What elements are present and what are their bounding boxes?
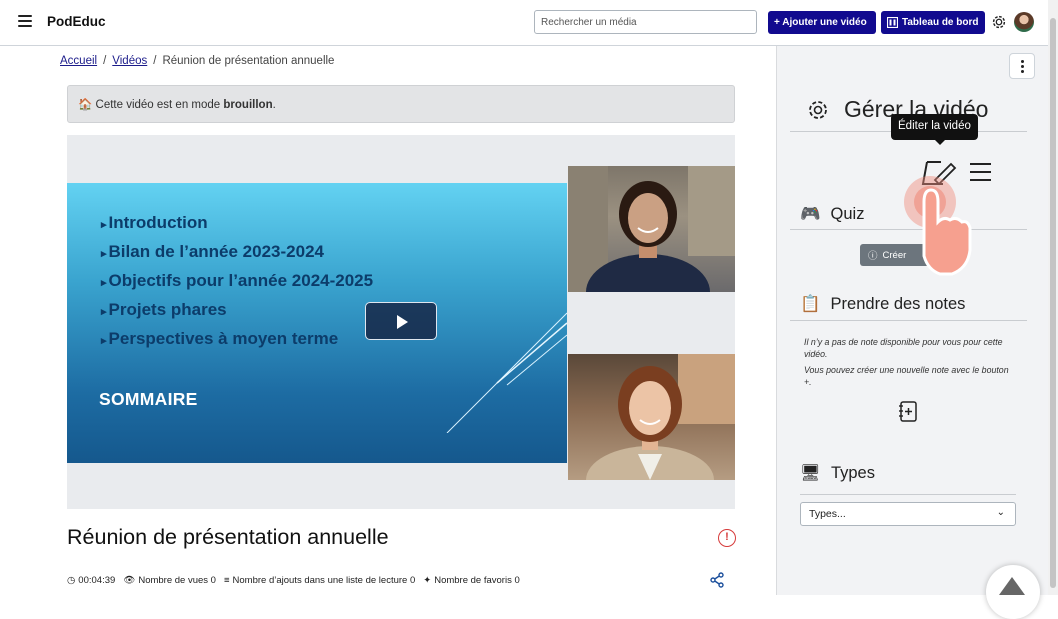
user-avatar[interactable] (1014, 12, 1034, 32)
create-quiz-label: Créer (882, 249, 907, 261)
search-input[interactable] (534, 10, 757, 34)
alert-text: Cette vidéo est en mode (95, 99, 221, 111)
panel-divider (790, 229, 1027, 230)
gamepad-icon: 🎮 (800, 205, 821, 223)
slide-agenda-list: Introduction Bilan de l’année 2023-2024 … (101, 213, 374, 358)
alert-status: brouillon (223, 99, 273, 111)
participant-1-image (568, 166, 735, 292)
video-title: Réunion de présentation annuelle (67, 525, 389, 549)
home-icon: 🏠 (78, 99, 93, 111)
duration-value: 00:04:39 (78, 575, 116, 586)
slide-title: SOMMAIRE (99, 389, 198, 409)
dashboard-label: Tableau de bord (902, 17, 979, 28)
notebook-icon: 📋 (800, 295, 821, 313)
types-heading-label: Types (830, 464, 875, 482)
quiz-heading-label: Quiz (830, 205, 865, 223)
edit-video-tooltip: Éditer la vidéo (891, 114, 978, 145)
slide-decoration-lines (446, 312, 567, 433)
favorites-value: Nombre de favoris 0 (434, 575, 520, 586)
notes-heading-label: Prendre des notes (830, 295, 966, 313)
scrollbar-thumb[interactable] (1050, 18, 1056, 588)
duration-meta: ◷ 00:04:39 (67, 575, 115, 586)
playlist-value: Nombre d’ajouts dans une liste de lectur… (232, 575, 416, 586)
webcam-participant-1 (568, 166, 735, 292)
add-video-button[interactable]: + Ajouter une vidéo (768, 11, 876, 34)
breadcrumb-current: Réunion de présentation annuelle (162, 55, 335, 67)
monitor-icon: 🖥 (800, 464, 821, 482)
actions-menu-icon[interactable] (970, 163, 991, 181)
create-quiz-button[interactable]: ⓘ Créer (860, 244, 942, 266)
brand-logo[interactable]: PodEduc (47, 14, 106, 29)
chevron-down-icon: ⌄ (996, 507, 1005, 518)
top-navbar: PodEduc + Ajouter une vidéo Tableau de b… (0, 0, 1048, 46)
alert-suffix: . (272, 99, 276, 111)
views-value: Nombre de vues 0 (138, 575, 216, 586)
panel-divider (800, 494, 1016, 495)
video-meta: ◷ 00:04:39 👁 Nombre de vues 0 ≡ Nombre d’aj… (67, 575, 520, 586)
add-note-icon[interactable] (898, 401, 918, 422)
clock-icon: ◷ (67, 575, 76, 586)
draft-alert: 🏠 Cette vidéo est en mode brouillon. (67, 85, 735, 123)
types-selected-value: Types... (809, 508, 846, 520)
share-icon[interactable] (709, 572, 725, 588)
panel-more-options-button[interactable] (1009, 53, 1035, 79)
settings-gear-icon[interactable] (990, 13, 1008, 31)
gear-icon (809, 100, 827, 119)
types-heading: 🖥 Types (800, 464, 875, 483)
video-player[interactable]: Introduction Bilan de l’année 2023-2024 … (67, 135, 735, 509)
dashboard-button[interactable]: Tableau de bord (881, 11, 985, 34)
scroll-to-top-button[interactable] (986, 565, 1040, 619)
presentation-slide: Introduction Bilan de l’année 2023-2024 … (67, 183, 567, 463)
question-circle-icon: ⓘ (868, 251, 878, 262)
quiz-heading: 🎮 Quiz (800, 205, 864, 224)
breadcrumb: Accueil / Vidéos / Réunion de présentati… (60, 55, 334, 67)
participant-2-image (586, 354, 735, 480)
views-meta: 👁 Nombre de vues 0 (123, 575, 216, 586)
breadcrumb-separator: / (103, 55, 107, 67)
slide-item: Bilan de l’année 2023-2024 (101, 242, 373, 262)
menu-toggle-button[interactable] (18, 15, 32, 27)
panel-divider (790, 320, 1027, 321)
dashboard-icon (887, 17, 898, 28)
breadcrumb-home-link[interactable]: Accueil (60, 55, 97, 67)
favorites-meta: ✦ Nombre de favoris 0 (423, 575, 520, 586)
slide-item: Projets phares (101, 300, 373, 320)
playlist-meta: ≡ Nombre d’ajouts dans une liste de lectu… (224, 575, 415, 586)
notes-heading: 📋 Prendre des notes (800, 295, 965, 314)
slide-item: Introduction (101, 213, 373, 233)
sparkle-icon: ✦ (423, 575, 432, 586)
report-alert-icon[interactable]: ! (718, 529, 736, 547)
edit-video-icon[interactable] (921, 158, 957, 188)
notes-hint-text: Vous pouvez créer une nouvelle note avec… (804, 365, 1009, 387)
slide-item: Perspectives à moyen terme (101, 329, 373, 349)
breadcrumb-videos-link[interactable]: Vidéos (112, 55, 147, 67)
list-icon: ≡ (223, 575, 230, 586)
breadcrumb-separator: / (153, 55, 157, 67)
eye-icon: 👁 (123, 575, 136, 586)
slide-item: Objectifs pour l’année 2024-2025 (101, 271, 374, 291)
webcam-participant-2 (568, 354, 735, 480)
notes-empty-text: Il n’y a pas de note disponible pour vou… (804, 337, 1003, 359)
play-button[interactable] (365, 302, 437, 340)
types-select[interactable]: Types... ⌄ (800, 502, 1016, 526)
